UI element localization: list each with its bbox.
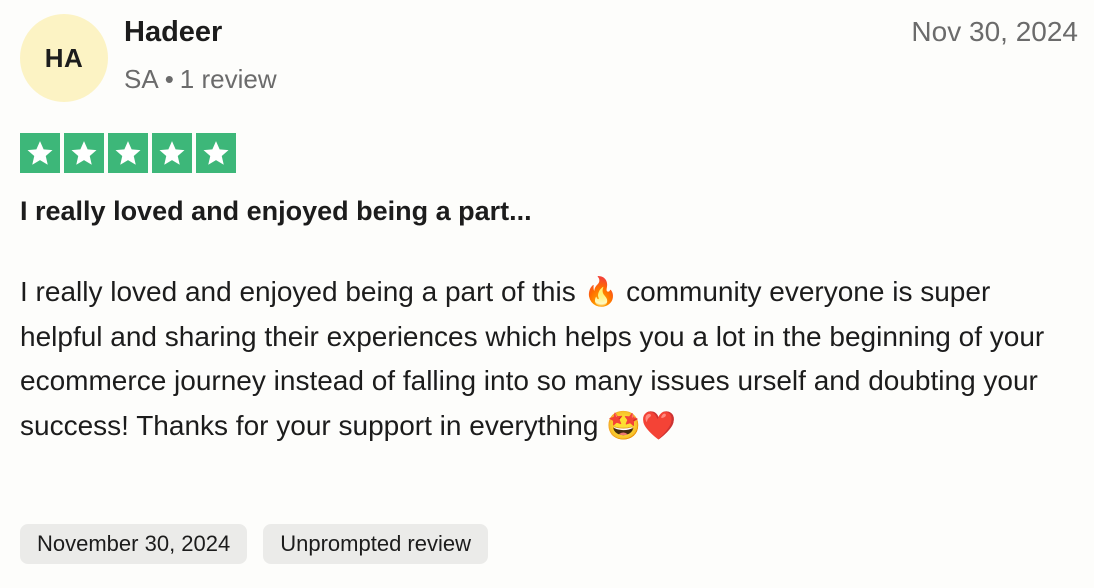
review-date: Nov 30, 2024 — [911, 16, 1078, 47]
review-body: I really loved and enjoyed being a part … — [20, 276, 1045, 441]
star-icon — [196, 133, 236, 173]
meta-separator: • — [164, 64, 174, 94]
star-icon — [152, 133, 192, 173]
reviewer-review-count: 1 review — [179, 64, 277, 94]
star-icon — [20, 133, 60, 173]
star-icon — [64, 133, 104, 173]
review-card: HA Hadeer SA • 1 review Nov 30, 2024 I rea… — [0, 0, 1094, 588]
avatar[interactable]: HA — [20, 14, 108, 102]
review-title[interactable]: I really loved and enjoyed being a part.… — [20, 196, 532, 227]
avatar-initials: HA — [44, 42, 84, 73]
star-rating — [20, 133, 236, 173]
reviewer-meta: SA • 1 review — [124, 64, 277, 95]
unprompted-review-tag[interactable]: Unprompted review — [263, 524, 488, 564]
date-of-experience-tag: November 30, 2024 — [20, 524, 248, 564]
review-tags: November 30, 2024 Unprompted review — [20, 524, 488, 564]
reviewer-country: SA — [124, 64, 159, 94]
star-icon — [108, 133, 148, 173]
reviewer-name[interactable]: Hadeer — [124, 16, 222, 49]
